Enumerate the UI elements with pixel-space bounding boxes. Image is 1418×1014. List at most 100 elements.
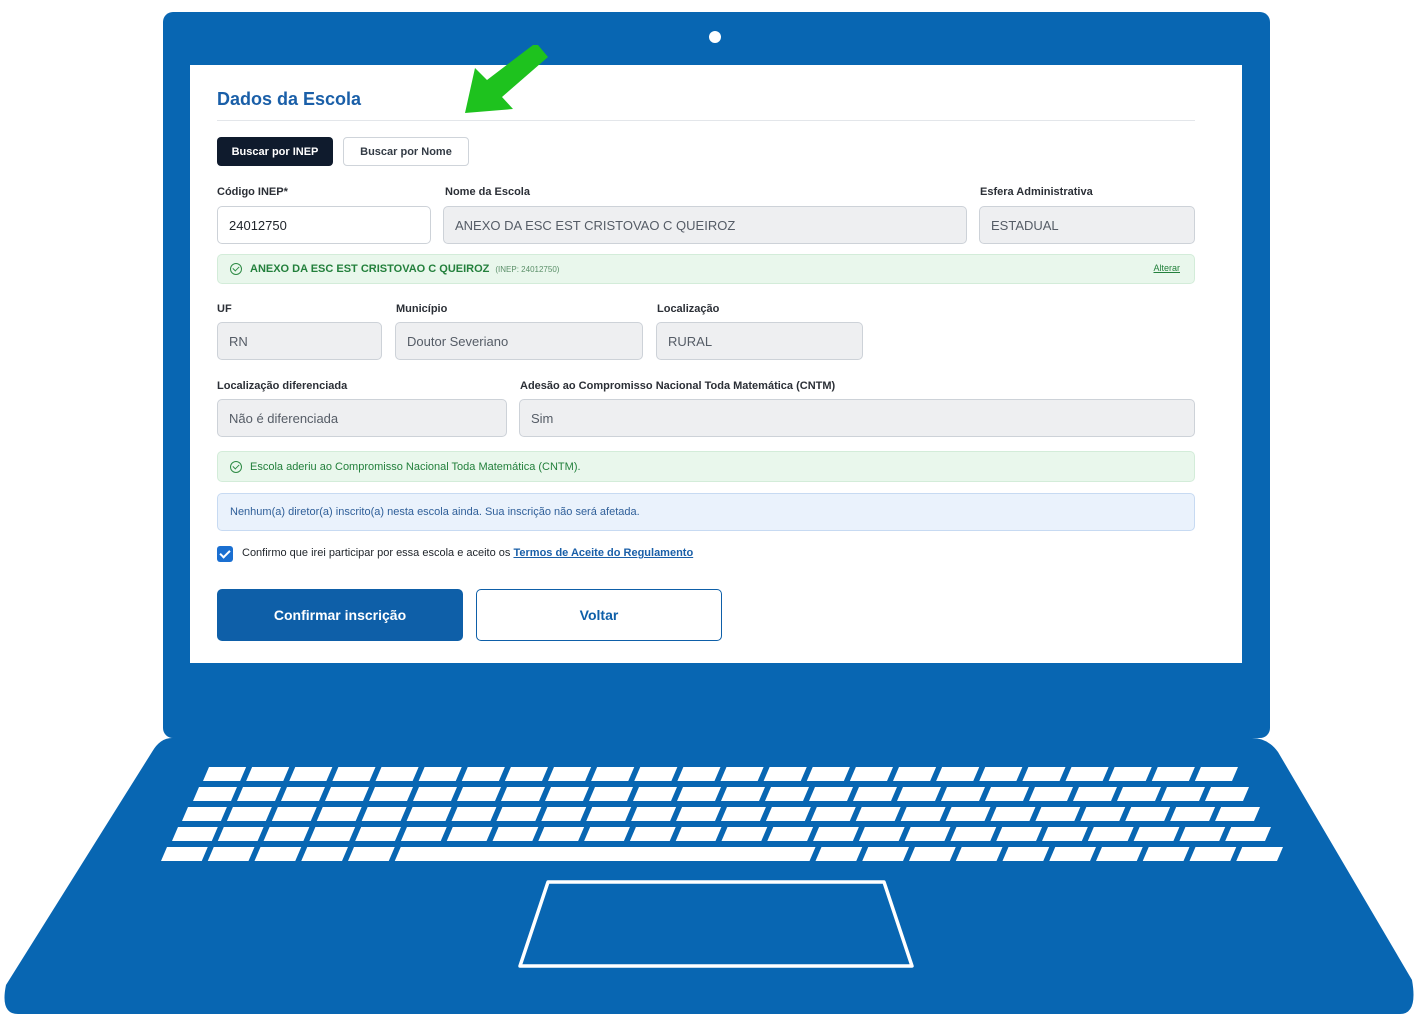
keyboard-key [492,827,539,841]
keyboard-key [457,787,501,801]
keyboard-key [538,827,585,841]
consent-label: Confirmo que irei participar por essa es… [242,547,693,559]
tab-search-by-name[interactable]: Buscar por Nome [343,137,469,166]
keyboard-key [172,827,218,841]
director-notice-text: Nenhum(a) diretor(a) inscrito(a) nesta e… [230,506,640,518]
keyboard-key [1125,807,1171,821]
keyboard-key [945,807,991,821]
selected-school-inep: (INEP: 24012750) [495,264,560,274]
keyboard-key [501,787,545,801]
keyboard-key [634,767,678,781]
keyboard-key [1133,827,1180,841]
keyboard-key [545,787,589,801]
keyboard-key [721,827,768,841]
keyboard-key [369,787,413,801]
keyboard-key [1117,787,1161,801]
keyboard-key [810,807,856,821]
keyboard-key [1108,767,1152,781]
uf-field: RN [217,322,382,360]
keyboard-key [1189,847,1237,861]
keyboard-key [806,767,850,781]
consent-text: Confirmo que irei participar por essa es… [242,547,511,559]
keyboard-key [996,827,1043,841]
location-field: RURAL [656,322,863,360]
keyboard-key [309,827,356,841]
selected-school-name: ANEXO DA ESC EST CRISTOVAO C QUEIROZ [250,263,490,275]
keyboard-key [1170,807,1216,821]
keyboard-key [815,847,863,861]
keyboard-key [548,767,592,781]
keyboard-key [254,847,302,861]
cntm-field: Sim [519,399,1195,437]
keyboard-key [584,827,630,841]
keyboard-key [985,787,1029,801]
keyboard-key [893,767,937,781]
check-circle-icon [230,263,242,275]
stage: Dados da Escola Buscar por INEP Buscar p… [0,0,1418,1014]
keyboard-key [1029,787,1073,801]
keyboard-key [721,807,766,821]
keyboard-key [950,827,997,841]
keyboard-key [182,807,227,821]
green-arrow-icon [465,45,548,113]
keyboard-key [451,807,497,821]
terms-link[interactable]: Termos de Aceite do Regulamento [513,547,693,559]
keyboard-key [325,787,369,801]
keyboard-key [413,787,457,801]
keyboard-key [375,767,419,781]
confirm-registration-button[interactable]: Confirmar inscrição [217,589,463,641]
keyboard-key [591,767,635,781]
keyboard-key [1142,847,1190,861]
keyboard-key [675,827,722,841]
keyboard-key [217,827,264,841]
title-divider [217,120,1195,121]
screen: Dados da Escola Buscar por INEP Buscar p… [190,65,1242,663]
keyboard-key [316,807,362,821]
inep-code-input[interactable]: 24012750 [217,206,431,244]
keyboard-key [586,807,632,821]
check-circle-icon [230,460,242,473]
back-button[interactable]: Voltar [476,589,722,641]
director-notice: Nenhum(a) diretor(a) inscrito(a) nesta e… [217,493,1195,531]
keyboard-key [1161,787,1205,801]
keyboard-key [1035,807,1081,821]
cntm-notice-text: Escola aderiu ao Compromisso Nacional To… [250,460,581,473]
keyboard-key [990,807,1036,821]
keyboard-key [1096,847,1143,861]
keyboard-key [1022,767,1066,781]
keyboard-key [765,787,809,801]
keyboard-key [332,767,376,781]
keyboard-key [1073,787,1117,801]
consent-checkbox[interactable] [217,546,233,562]
keyboard-key [263,827,310,841]
change-school-link[interactable]: Alterar [1153,263,1180,273]
keyboard-key [1087,827,1134,841]
keyboard-key [446,827,493,841]
keyboard-key [237,787,281,801]
keyboard-key [900,807,946,821]
keyboard-key [855,807,901,821]
admin-sphere-label: Esfera Administrativa [980,186,1093,198]
keyboard-key [677,787,721,801]
keyboard-key [813,827,859,841]
keyboard-key [461,767,505,781]
tab-search-by-inep[interactable]: Buscar por INEP [217,137,333,166]
keyboard-key [849,767,893,781]
diff-location-field: Não é diferenciada [217,399,507,437]
keyboard-key [289,767,333,781]
space-key [394,847,816,861]
municipality-field: Doutor Severiano [395,322,643,360]
keyboard-key [955,847,1003,861]
keyboard-key [271,807,317,821]
webcam-icon [709,31,721,43]
keyboard-key [361,807,407,821]
section-title: Dados da Escola [217,89,362,109]
keyboard-key [281,787,325,801]
municipality-label: Município [396,303,448,315]
keyboard-key [629,827,676,841]
keyboard-key [936,767,980,781]
keyboard-key [541,807,587,821]
keyboard-key [1151,767,1195,781]
keyboard-key [406,807,452,821]
diff-location-label: Localização diferenciada [217,380,348,392]
